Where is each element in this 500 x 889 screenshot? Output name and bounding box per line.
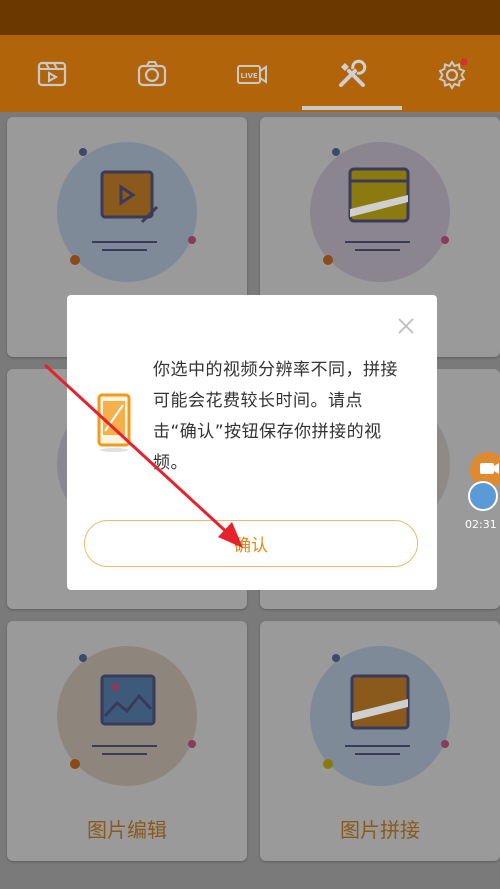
annotation-arrow (43, 363, 243, 548)
